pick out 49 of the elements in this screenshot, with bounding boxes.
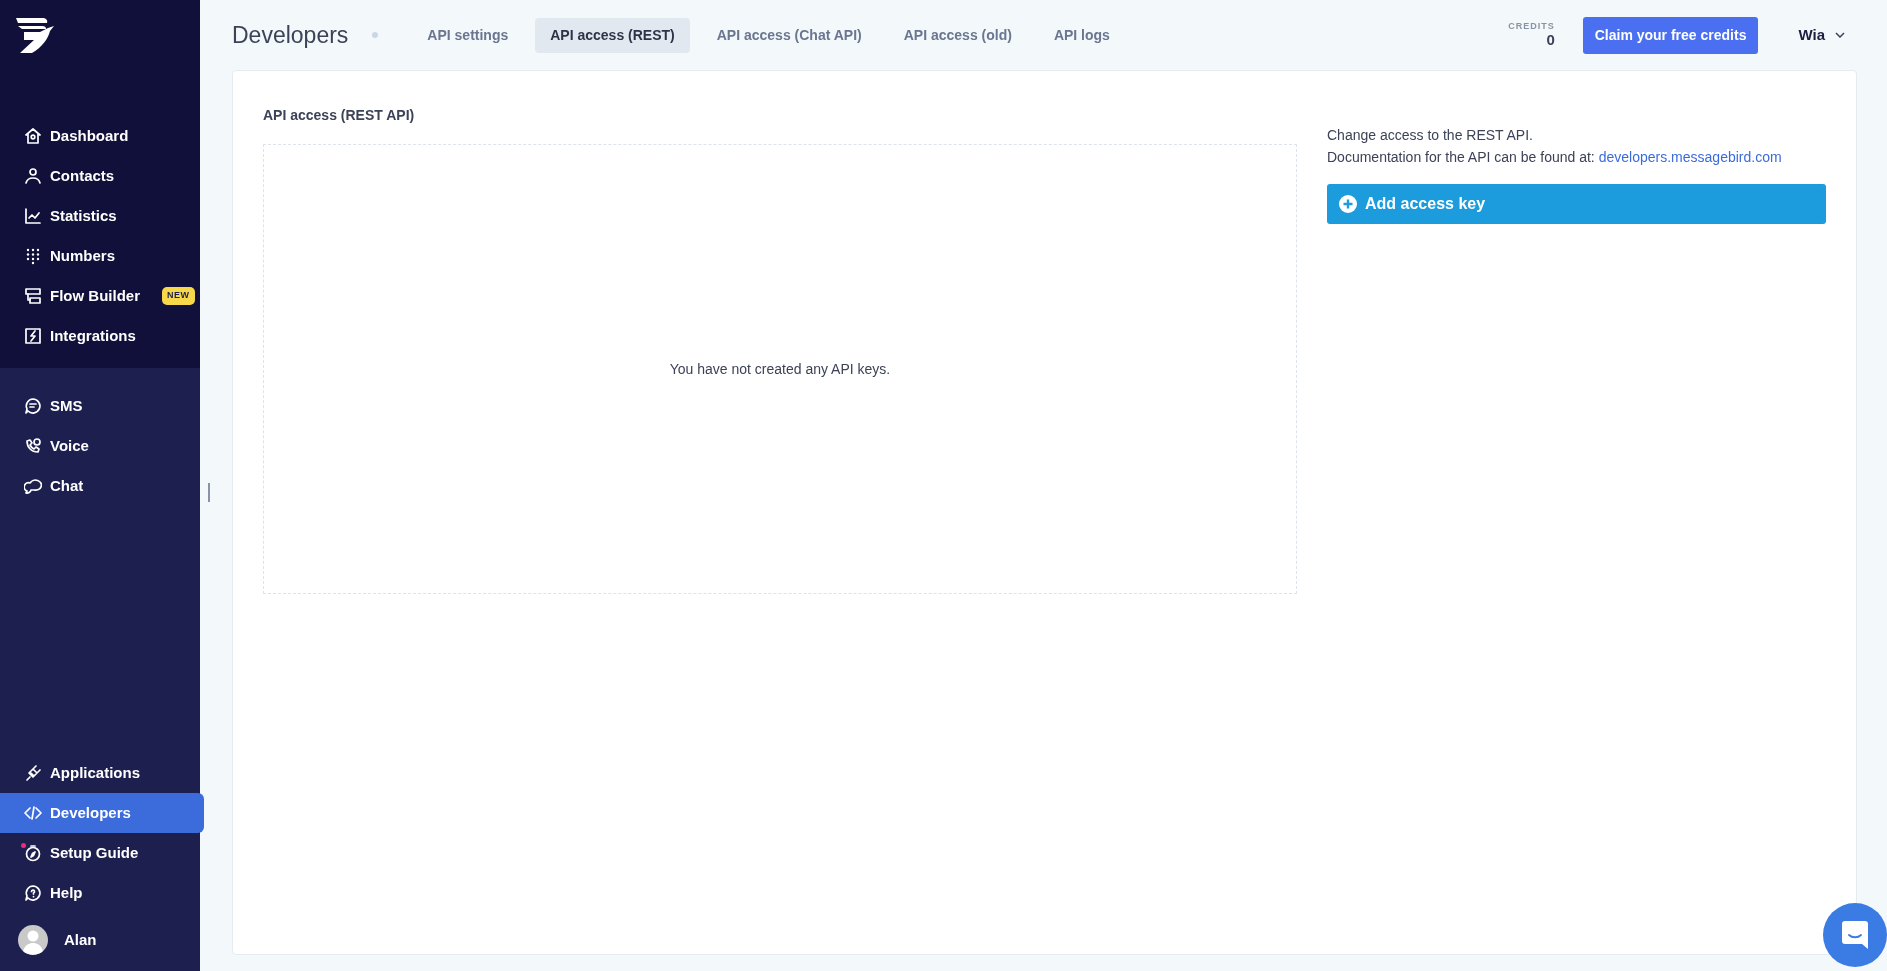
separator-dot: [372, 32, 379, 38]
sidebar-item[interactable]: Developers: [0, 793, 204, 833]
plus-circle-icon: [1339, 195, 1357, 213]
sidebar-item[interactable]: Chat: [0, 466, 204, 506]
compass-icon: [24, 844, 42, 862]
resize-handle[interactable]: [208, 483, 210, 502]
account-menu[interactable]: Wia: [1792, 22, 1851, 48]
dial-pad-icon: [24, 247, 42, 265]
page-title: Developers: [232, 20, 349, 50]
code-icon: [24, 804, 42, 822]
person-icon: [24, 167, 42, 185]
tab[interactable]: API settings: [412, 17, 524, 53]
claim-credits-button[interactable]: Claim your free credits: [1582, 16, 1759, 54]
tab[interactable]: API logs: [1038, 17, 1125, 53]
sidebar-item[interactable]: Setup Guide: [0, 833, 204, 873]
new-badge: NEW: [162, 287, 195, 305]
sidebar-item[interactable]: Flow Builder NEW: [0, 276, 204, 316]
logo-icon[interactable]: [16, 18, 56, 54]
sidebar-item[interactable]: Voice: [0, 426, 204, 466]
user-name: Alan: [64, 929, 97, 950]
phone-icon: [24, 437, 42, 455]
tab[interactable]: API access (REST): [535, 17, 690, 53]
sidebar-item[interactable]: Statistics: [0, 196, 204, 236]
sidebar-item[interactable]: SMS: [0, 386, 204, 426]
section-heading: API access (REST API): [263, 106, 416, 125]
sidebar-item[interactable]: Help: [0, 873, 204, 913]
credits-label: CREDITS: [1508, 21, 1555, 32]
avatar-icon[interactable]: [18, 925, 48, 955]
credits-value: 0: [1546, 30, 1555, 48]
house-icon: [24, 127, 42, 145]
sidebar-item[interactable]: Contacts: [0, 156, 204, 196]
chat-bubble-icon: [1842, 921, 1868, 949]
chat-icon: [24, 477, 42, 495]
sidebar-item[interactable]: Integrations: [0, 316, 204, 356]
sidebar-item[interactable]: Applications: [0, 753, 204, 793]
chevron-down-icon: [1835, 32, 1845, 38]
sidebar-item[interactable]: Dashboard: [0, 116, 204, 156]
documentation-link[interactable]: developers.messagebird.com: [1598, 146, 1782, 168]
description-text: Change access to the REST API.: [1327, 126, 1534, 145]
chart-icon: [24, 207, 42, 225]
sidebar-item[interactable]: Numbers: [0, 236, 204, 276]
tab[interactable]: API access (old): [888, 17, 1027, 53]
tab[interactable]: API access (Chat API): [701, 17, 877, 53]
help-icon: [24, 884, 42, 902]
documentation-text: Documentation for the API can be found at:: [1327, 148, 1595, 167]
plug-icon: [24, 764, 42, 782]
message-icon: [24, 397, 42, 415]
flow-icon: [24, 287, 42, 305]
empty-message: You have not created any API keys.: [669, 359, 891, 379]
